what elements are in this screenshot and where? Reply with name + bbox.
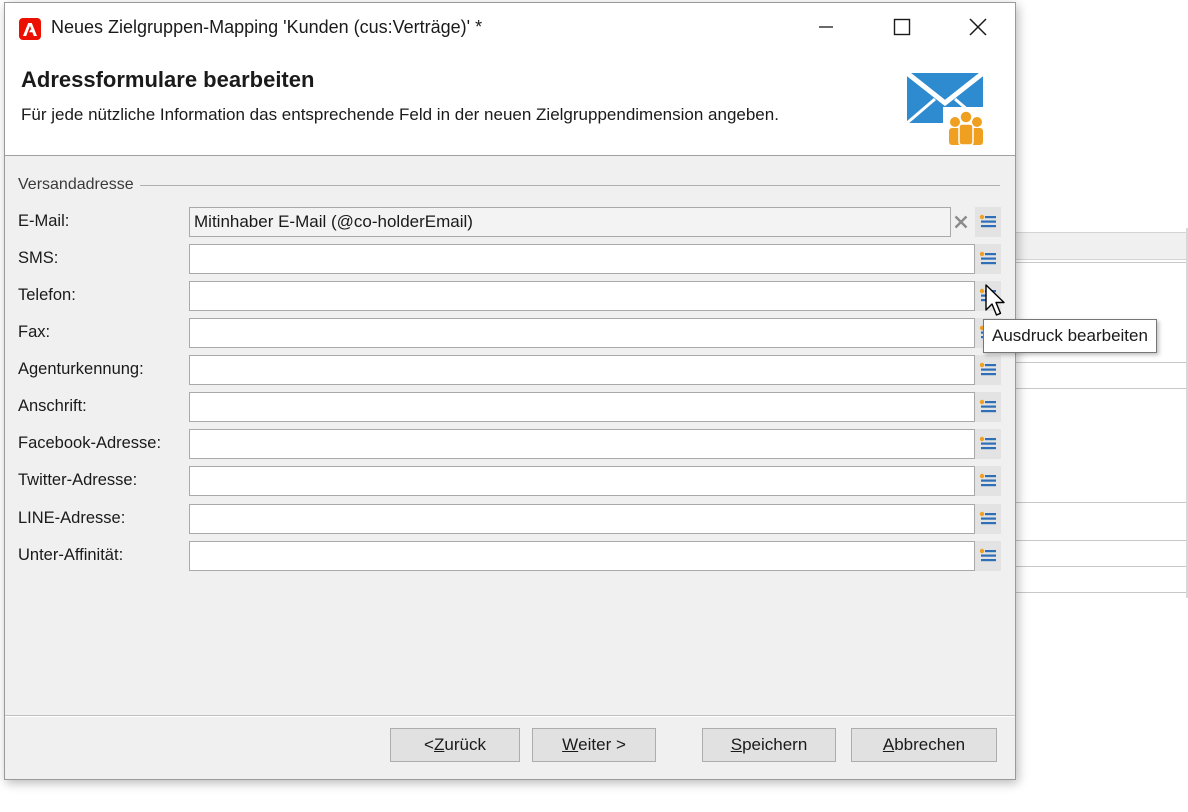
minimize-icon — [819, 26, 833, 28]
title-bar: Neues Zielgruppen-Mapping 'Kunden (cus:V… — [5, 3, 1015, 51]
background-divider — [1014, 540, 1188, 541]
agency-id-label: Agenturkennung: — [18, 360, 144, 378]
edit-expression-button-facebook[interactable] — [975, 429, 1001, 459]
close-icon — [969, 18, 987, 36]
clear-icon — [954, 215, 968, 229]
edit-expression-icon — [979, 548, 996, 562]
edit-expression-button-email[interactable] — [975, 207, 1001, 237]
maximize-icon — [893, 18, 911, 36]
background-divider — [1014, 388, 1188, 389]
background-divider — [1014, 362, 1188, 363]
save-button[interactable]: Speichern — [702, 728, 836, 762]
group-label: Versandadresse — [18, 176, 140, 194]
adobe-logo-icon — [23, 22, 37, 36]
next-button[interactable]: Weiter > — [532, 728, 656, 762]
clear-email-button[interactable] — [949, 207, 973, 237]
sms-field[interactable] — [189, 244, 975, 274]
facebook-address-label: Facebook-Adresse: — [18, 434, 162, 452]
edit-expression-button-postal-address[interactable] — [975, 392, 1001, 422]
adobe-app-icon — [19, 18, 41, 40]
sub-affinity-field[interactable] — [189, 541, 975, 571]
twitter-address-label: Twitter-Adresse: — [18, 471, 138, 489]
agency-id-field[interactable] — [189, 355, 975, 385]
edit-expression-icon — [979, 399, 996, 413]
phone-field[interactable] — [189, 281, 975, 311]
background-header-band — [1014, 232, 1188, 260]
edit-expression-button-twitter[interactable] — [975, 466, 1001, 496]
dialog-window: Neues Zielgruppen-Mapping 'Kunden (cus:V… — [4, 2, 1016, 780]
edit-expression-button-line[interactable] — [975, 504, 1001, 534]
fax-field[interactable] — [189, 318, 975, 348]
window-title: Neues Zielgruppen-Mapping 'Kunden (cus:V… — [51, 17, 483, 37]
line-address-label: LINE-Adresse: — [18, 509, 126, 527]
email-label: E-Mail: — [18, 212, 70, 230]
edit-expression-button-agency-id[interactable] — [975, 355, 1001, 385]
postal-address-label: Anschrift: — [18, 397, 87, 415]
wizard-header: Adressformulare bearbeiten Für jede nütz… — [5, 51, 1015, 156]
background-window — [1014, 0, 1188, 812]
edit-expression-icon — [979, 362, 996, 376]
sub-affinity-label: Unter-Affinität: — [18, 546, 124, 564]
edit-expression-icon — [979, 436, 996, 450]
edit-expression-icon — [979, 511, 996, 525]
minimize-button[interactable] — [789, 3, 863, 51]
sms-label: SMS: — [18, 249, 59, 267]
page-title: Adressformulare bearbeiten — [21, 67, 315, 92]
twitter-address-field[interactable] — [189, 466, 975, 496]
phone-label: Telefon: — [18, 286, 76, 304]
tooltip: Ausdruck bearbeiten — [983, 319, 1157, 353]
edit-expression-button-sub-affinity[interactable] — [975, 541, 1001, 571]
edit-expression-icon — [979, 214, 996, 228]
line-address-field[interactable] — [189, 504, 975, 534]
email-field[interactable] — [189, 207, 951, 237]
group-divider — [18, 185, 1000, 186]
close-button[interactable] — [941, 3, 1015, 51]
mouse-cursor-icon — [985, 284, 1005, 316]
maximize-button[interactable] — [865, 3, 939, 51]
back-button[interactable]: < Zurück — [390, 728, 520, 762]
background-divider — [1014, 262, 1188, 263]
background-divider — [1014, 566, 1188, 567]
background-divider — [1014, 502, 1188, 503]
facebook-address-field[interactable] — [189, 429, 975, 459]
mail-audience-icon — [905, 71, 989, 147]
edit-expression-button-sms[interactable] — [975, 244, 1001, 274]
footer-divider-highlight — [5, 716, 1015, 717]
fax-label: Fax: — [18, 323, 51, 341]
edit-expression-icon — [979, 473, 996, 487]
cancel-button[interactable]: Abbrechen — [851, 728, 997, 762]
background-divider — [1014, 592, 1188, 593]
postal-address-field[interactable] — [189, 392, 975, 422]
page-subtitle: Für jede nützliche Information das entsp… — [21, 105, 779, 124]
edit-expression-icon — [979, 251, 996, 265]
